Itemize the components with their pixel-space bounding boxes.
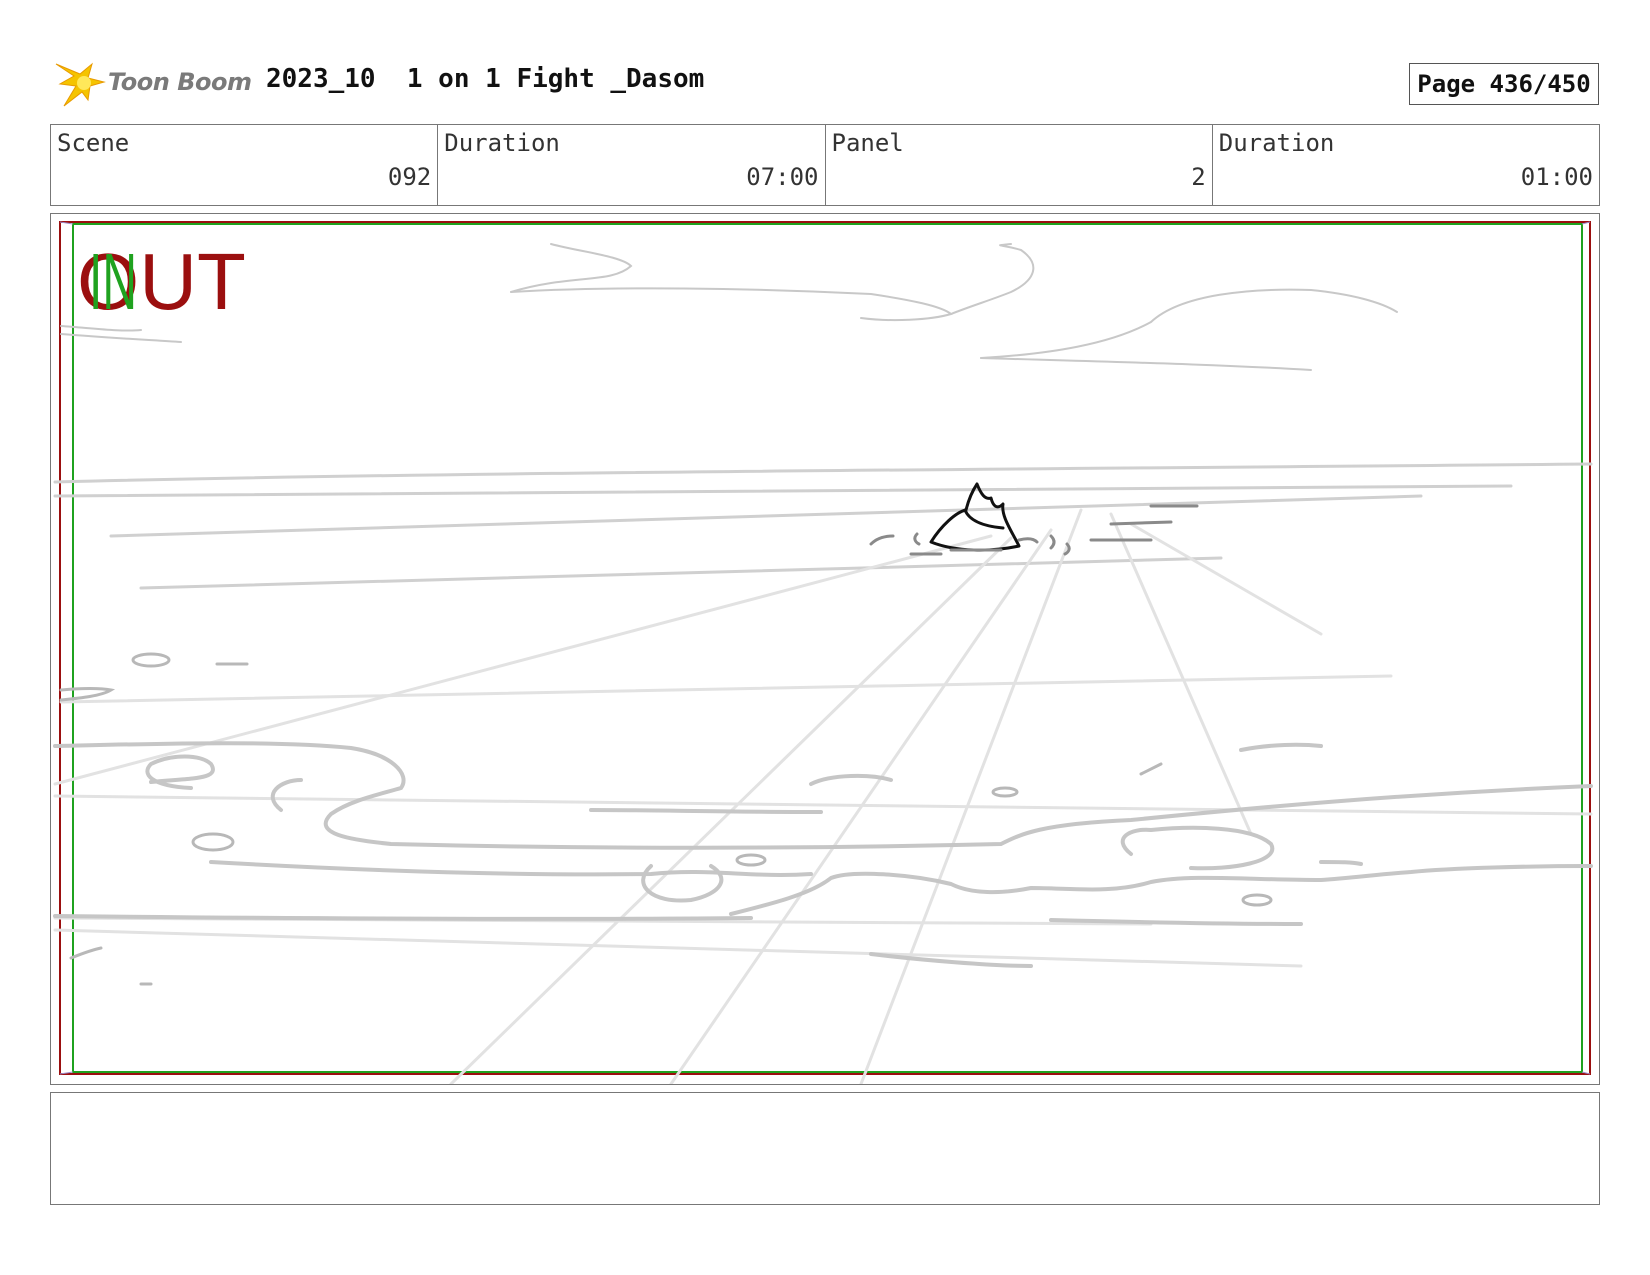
camera-in-frame bbox=[72, 223, 1583, 1073]
in-out-markers: OUT IN bbox=[77, 242, 267, 332]
page-number: Page 436/450 bbox=[1417, 70, 1591, 98]
panel-label: Panel bbox=[831, 129, 904, 157]
panel-duration-value: 01:00 bbox=[1520, 163, 1593, 191]
scene-duration-value: 07:00 bbox=[746, 163, 819, 191]
scene-duration-label: Duration bbox=[444, 129, 560, 157]
panel-notes-box bbox=[50, 1092, 1600, 1205]
panel-value: 2 bbox=[1191, 163, 1206, 191]
panel-cell: Panel 2 bbox=[826, 125, 1213, 205]
perspective-grid bbox=[53, 508, 1593, 1084]
scene-info-row: Scene 092 Duration 07:00 Panel 2 Duratio… bbox=[50, 124, 1600, 206]
logo-text: Toon Boom bbox=[108, 68, 252, 96]
starburst-icon bbox=[55, 62, 106, 107]
panel-sketch bbox=[53, 221, 1593, 1084]
page-number-box: Page 436/450 bbox=[1409, 63, 1599, 105]
ripples-sketch bbox=[869, 504, 1199, 556]
toon-boom-logo: Toon Boom bbox=[52, 56, 252, 112]
storyboard-panel: OUT IN bbox=[50, 213, 1600, 1085]
project-title: 2023_10 1 on 1 Fight _Dasom bbox=[266, 64, 705, 94]
in-marker: IN bbox=[89, 237, 137, 326]
scene-duration-cell: Duration 07:00 bbox=[438, 125, 826, 205]
horizon-lines bbox=[53, 462, 1593, 590]
scene-cell: Scene 092 bbox=[51, 125, 439, 205]
panel-duration-cell: Duration 01:00 bbox=[1213, 125, 1599, 205]
scene-value: 092 bbox=[387, 163, 432, 191]
camera-out-frame bbox=[59, 221, 1591, 1075]
shoreline-sketch bbox=[53, 741, 1593, 968]
scene-label: Scene bbox=[57, 129, 130, 157]
panel-duration-label: Duration bbox=[1218, 129, 1335, 157]
